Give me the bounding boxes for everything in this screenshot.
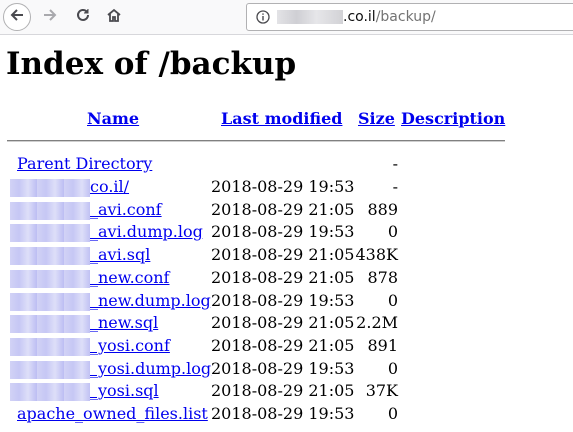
column-header-last-modified[interactable]: Last modified bbox=[221, 109, 342, 128]
file-modified-date: 2018-08-29 19:53 bbox=[211, 291, 355, 310]
file-modified-date: 2018-08-29 19:53 bbox=[211, 404, 355, 423]
info-icon[interactable] bbox=[256, 10, 270, 24]
file-link[interactable]: _yosi.conf bbox=[90, 336, 170, 355]
file-size: 0 bbox=[387, 291, 398, 310]
file-row: _yosi.dump.log 2018-08-29 19:53 0 bbox=[0, 359, 573, 381]
file-link[interactable]: _avi.dump.log bbox=[90, 222, 203, 241]
redacted-filename-prefix bbox=[10, 315, 90, 333]
file-size: 438K bbox=[355, 245, 399, 264]
file-modified-date: 2018-08-29 19:53 bbox=[211, 177, 355, 196]
file-modified-date: 2018-08-29 21:05 bbox=[211, 381, 355, 400]
file-size: 2.2M bbox=[356, 313, 398, 332]
file-row: apache_owned_files.list 2018-08-29 19:53 0 bbox=[0, 404, 573, 426]
back-button[interactable] bbox=[3, 3, 31, 31]
file-size: 0 bbox=[387, 222, 398, 241]
column-header-description[interactable]: Description bbox=[401, 109, 505, 128]
reload-button[interactable] bbox=[69, 3, 97, 31]
file-row: _avi.conf 2018-08-29 21:05 889 bbox=[0, 200, 573, 222]
file-row: _avi.dump.log 2018-08-29 19:53 0 bbox=[0, 222, 573, 244]
file-link[interactable]: _yosi.dump.log bbox=[90, 359, 211, 378]
file-row: _yosi.conf 2018-08-29 21:05 891 bbox=[0, 336, 573, 358]
file-link[interactable]: apache_owned_files.list bbox=[17, 404, 208, 423]
file-size: 37K bbox=[365, 381, 398, 400]
file-row: co.il/2018-08-29 19:53 - bbox=[0, 177, 573, 199]
file-modified-date: 2018-08-29 21:05 bbox=[211, 245, 355, 264]
file-modified-date: 2018-08-29 19:53 bbox=[211, 222, 355, 241]
file-size: - bbox=[392, 154, 398, 173]
file-link[interactable]: _avi.conf bbox=[90, 200, 162, 219]
home-button[interactable] bbox=[100, 3, 128, 31]
file-size: 0 bbox=[387, 359, 398, 378]
file-size: 0 bbox=[387, 404, 398, 423]
file-size: 889 bbox=[367, 200, 398, 219]
file-link[interactable]: _avi.sql bbox=[90, 245, 150, 264]
file-size: 878 bbox=[367, 268, 398, 287]
redacted-filename-prefix bbox=[10, 361, 90, 379]
file-modified-date: 2018-08-29 21:05 bbox=[211, 336, 355, 355]
url-domain: .co.il bbox=[343, 9, 376, 25]
file-row: _new.conf 2018-08-29 21:05 878 bbox=[0, 268, 573, 290]
parent-directory-link[interactable]: Parent Directory bbox=[17, 154, 152, 173]
url-path: /backup/ bbox=[375, 9, 436, 25]
reload-icon bbox=[75, 7, 91, 27]
file-modified-date: 2018-08-29 21:05 bbox=[211, 268, 355, 287]
browser-toolbar: .co.il /backup/ bbox=[0, 0, 573, 35]
redacted-filename-prefix bbox=[10, 179, 90, 197]
redacted-filename-prefix bbox=[10, 383, 90, 401]
forward-button[interactable] bbox=[36, 3, 64, 31]
redacted-filename-prefix bbox=[10, 224, 90, 242]
redacted-filename-prefix bbox=[10, 247, 90, 265]
arrow-right-icon bbox=[42, 7, 58, 27]
address-bar[interactable]: .co.il /backup/ bbox=[246, 3, 573, 31]
file-modified-date: 2018-08-29 21:05 bbox=[211, 200, 355, 219]
page-title: Index of /backup bbox=[6, 46, 297, 82]
redacted-domain bbox=[277, 10, 343, 24]
file-link[interactable]: _new.dump.log bbox=[90, 291, 211, 310]
file-link[interactable]: _new.sql bbox=[90, 313, 158, 332]
column-header-name[interactable]: Name bbox=[87, 109, 139, 128]
file-row: _avi.sql 2018-08-29 21:05 438K bbox=[0, 245, 573, 267]
file-link[interactable]: _new.conf bbox=[90, 268, 169, 287]
redacted-filename-prefix bbox=[10, 338, 90, 356]
file-modified-date: 2018-08-29 19:53 bbox=[211, 359, 355, 378]
header-divider bbox=[7, 140, 505, 142]
file-modified-date: 2018-08-29 21:05 bbox=[211, 313, 355, 332]
redacted-filename-prefix bbox=[10, 270, 90, 288]
file-row: _yosi.sql 2018-08-29 21:05 37K bbox=[0, 381, 573, 403]
file-link[interactable]: _yosi.sql bbox=[90, 381, 159, 400]
parent-directory-row: Parent Directory - bbox=[0, 154, 573, 176]
file-size: - bbox=[392, 177, 398, 196]
redacted-filename-prefix bbox=[10, 202, 90, 220]
file-row: _new.sql 2018-08-29 21:05 2.2M bbox=[0, 313, 573, 335]
redacted-filename-prefix bbox=[10, 293, 90, 311]
arrow-left-icon bbox=[9, 7, 25, 27]
file-link[interactable]: co.il/ bbox=[90, 177, 129, 196]
home-icon bbox=[106, 7, 122, 27]
file-row: _new.dump.log 2018-08-29 19:53 0 bbox=[0, 291, 573, 313]
file-size: 891 bbox=[367, 336, 398, 355]
column-header-size[interactable]: Size bbox=[358, 109, 395, 128]
